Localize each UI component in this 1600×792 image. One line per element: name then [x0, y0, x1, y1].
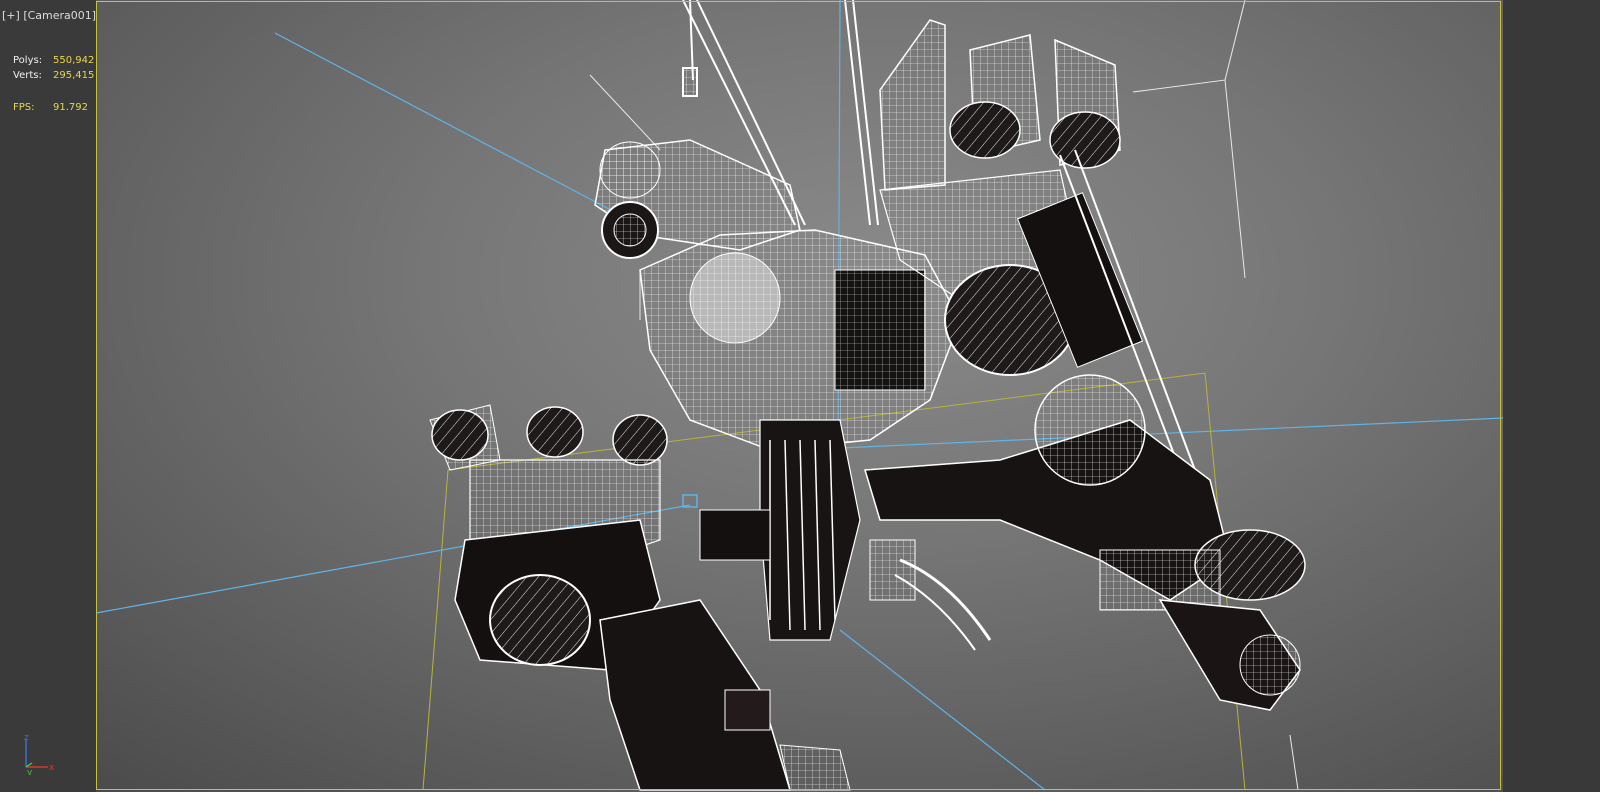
polys-value: 550,942	[53, 55, 95, 66]
polys-label: Polys:	[13, 55, 43, 66]
viewport-label-menu: [+] [Camera001]	[2, 9, 96, 22]
axis-y-label: y	[27, 768, 33, 775]
robot-core	[639, 229, 992, 651]
stats-fps: FPS: 91.792	[13, 102, 88, 113]
verts-value: 295,415	[53, 70, 95, 81]
stats-polys: Polys: 550,942	[13, 55, 94, 66]
upper-left-claw	[594, 139, 801, 259]
3d-viewport[interactable]: [+] [Camera001] Polys: 550,942 Verts: 295,…	[0, 0, 1600, 792]
axis-x-label: x	[49, 763, 55, 773]
stats-verts: Verts: 295,415	[13, 70, 94, 81]
viewport-plus-menu[interactable]: [+]	[2, 9, 20, 22]
lower-right-arm	[864, 374, 1306, 711]
viewport-camera-menu[interactable]: [Camera001]	[23, 9, 96, 22]
axis-tripod-icon: z y x	[24, 735, 55, 775]
verts-label: Verts:	[13, 70, 42, 81]
wireframe-scene[interactable]	[0, 0, 1600, 792]
fps-label: FPS:	[13, 102, 35, 113]
axis-z-label: z	[24, 735, 29, 743]
fps-value: 91.792	[53, 102, 88, 113]
